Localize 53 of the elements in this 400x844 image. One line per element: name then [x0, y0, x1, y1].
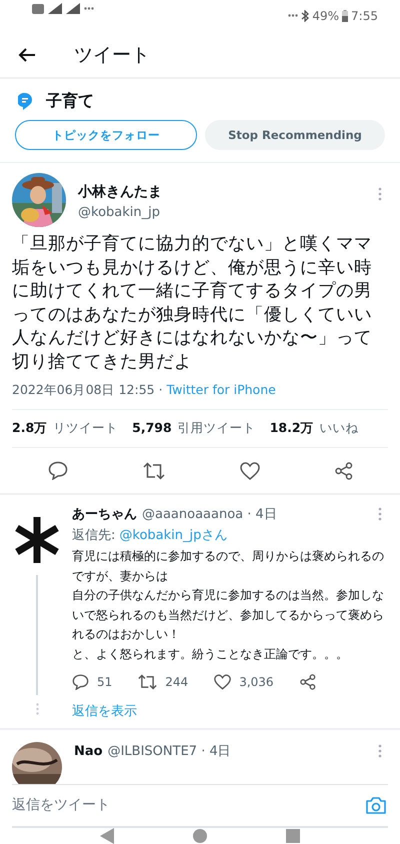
reply-author-name: Nao: [74, 744, 103, 759]
topic-icon: [18, 93, 32, 110]
stat-count: 5,798: [132, 420, 172, 438]
like-count: 3,036: [239, 675, 274, 690]
more-dots-icon: [288, 14, 298, 18]
reply-to-label: 返信先:: [72, 527, 116, 544]
follow-topic-button[interactable]: トピックをフォロー: [15, 120, 197, 150]
reply-icon[interactable]: [48, 461, 68, 480]
home-nav-icon[interactable]: [192, 829, 207, 843]
share-icon[interactable]: [300, 674, 316, 690]
retweet-icon[interactable]: [142, 462, 164, 480]
reply-icon[interactable]: [72, 674, 89, 690]
stat-label: 引用ツイート: [178, 420, 256, 438]
thread-dots-icon: [36, 703, 38, 716]
stat-count: 2.8万: [12, 420, 48, 438]
reply-author-handle: @aaanoaaanoa · 4日: [142, 506, 278, 524]
stat-label: いいね: [320, 420, 359, 438]
more-dots-icon: [84, 7, 94, 10]
tweet-text: 「旦那が子育てに協力的でない」と嘆くママ垢をいつも見かけるけど、俺が思うに辛い時に助けてくれて一緒に子育てするタイプの男ってのはあなたが独身時代に「優しくていい人なんだけど好きにはなれないかな〜」って切り捨ててきた男だよ: [12, 233, 373, 374]
stat-count: 18.2万: [270, 420, 314, 438]
source-link[interactable]: Twitter for iPhone: [166, 382, 276, 400]
mention-link[interactable]: @kobakin_jpさん: [119, 526, 228, 544]
topic-name: 子育て: [46, 91, 94, 112]
back-nav-icon[interactable]: [100, 828, 114, 844]
stat-label: リツイート: [53, 420, 118, 438]
heart-icon[interactable]: [214, 674, 232, 690]
reply-text: と、よく怒られます。紛うことなき正論です。。。: [72, 646, 349, 663]
asterisk-icon: [15, 517, 59, 564]
back-arrow-icon: [18, 48, 36, 62]
reply-input-field[interactable]: 返信をツイート: [12, 797, 366, 814]
show-replies-link[interactable]: 返信を表示: [72, 702, 137, 720]
reply-text: 自分の子供なんだから育児に参加するのは当然。参加しないで怒られるのも当然だけど、参加してるからって褒められるのはおかしい！: [72, 587, 385, 644]
retweet-icon[interactable]: [138, 674, 158, 690]
retweet-count: 244: [165, 675, 188, 690]
reply-author-name: あーちゃん: [72, 506, 137, 524]
share-icon[interactable]: [334, 462, 352, 480]
clock: 7:55: [351, 8, 378, 23]
camera-icon[interactable]: [366, 796, 386, 814]
recents-nav-icon[interactable]: [286, 829, 300, 843]
signal-icon: [48, 3, 62, 14]
author-name: 小林きんたま: [78, 183, 163, 202]
reply-author-handle: @ILBISONTE7 · 4日: [108, 743, 232, 760]
heart-icon[interactable]: [240, 462, 260, 480]
bluetooth-icon: [301, 10, 310, 22]
battery-percent: 49%: [312, 8, 340, 23]
author-handle: @kobakin_jp: [78, 205, 161, 220]
tweet-date: 2022年06月08日 12:55 ·: [12, 382, 163, 400]
reply-text: 育児には積極的に参加するので、周りからは褒められるのですが、妻からは: [72, 548, 385, 585]
stop-recommending-button[interactable]: Stop Recommending: [205, 120, 385, 150]
reply-count: 51: [97, 675, 112, 690]
signal-icon: [66, 3, 80, 14]
page-title: ツイート: [74, 42, 150, 68]
battery-icon: [342, 10, 348, 22]
